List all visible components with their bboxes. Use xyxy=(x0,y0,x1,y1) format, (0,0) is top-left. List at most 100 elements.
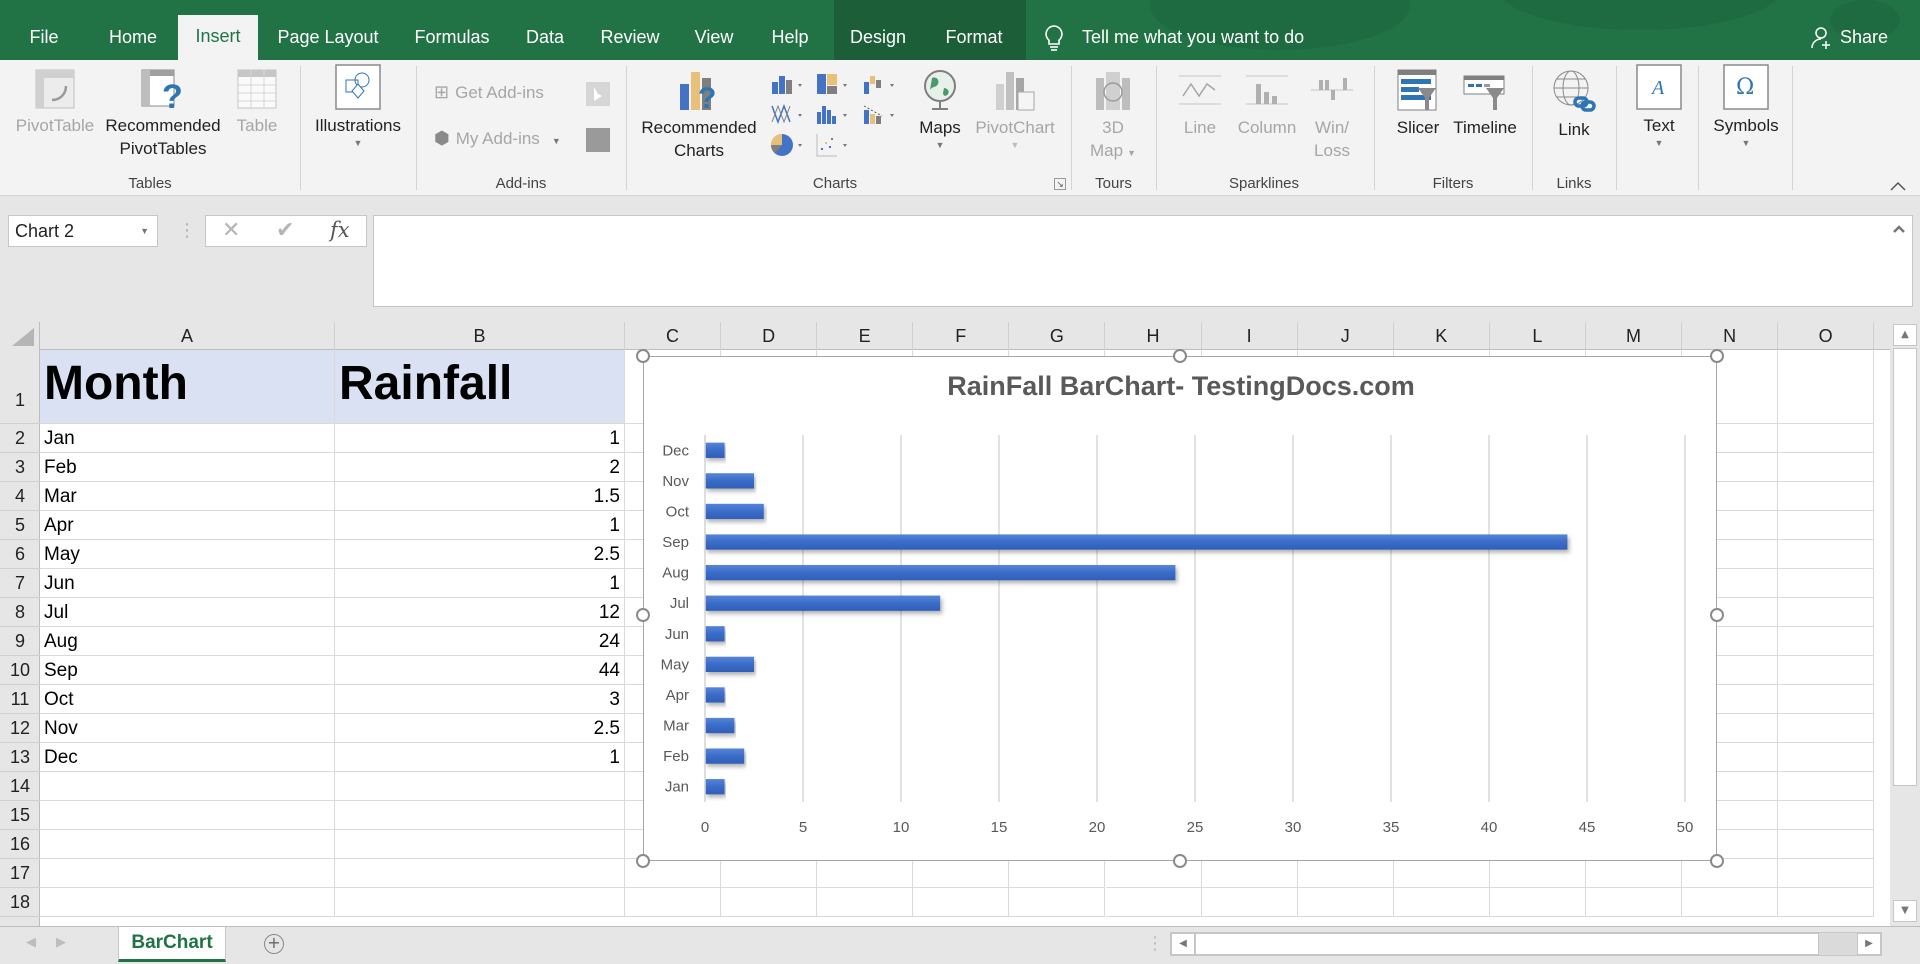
bar-jan[interactable] xyxy=(705,779,725,795)
bar-mar[interactable] xyxy=(705,717,735,734)
cell-rainfall[interactable]: 1 xyxy=(335,743,625,772)
cell[interactable] xyxy=(1489,888,1586,917)
cell[interactable] xyxy=(1201,888,1298,917)
scroll-right-button[interactable]: ▶ xyxy=(1857,933,1881,955)
cell-month[interactable]: Jun xyxy=(40,569,335,598)
cell[interactable] xyxy=(1778,743,1875,772)
row-header-7[interactable]: 7 xyxy=(0,569,40,598)
column-header-m[interactable]: M xyxy=(1586,322,1682,350)
symbols-button[interactable]: Ω Symbols ▼ xyxy=(1706,64,1786,149)
cell[interactable] xyxy=(1778,511,1875,540)
tab-design[interactable]: Design xyxy=(834,0,922,60)
cell-month[interactable]: Jul xyxy=(40,598,335,627)
new-sheet-button[interactable]: + xyxy=(264,934,284,954)
resize-handle-bottom-right[interactable] xyxy=(1710,854,1724,868)
column-header-d[interactable]: D xyxy=(721,322,818,350)
column-header-l[interactable]: L xyxy=(1490,322,1586,350)
next-sheet-icon[interactable]: ▶ xyxy=(56,935,66,950)
cell[interactable] xyxy=(1393,859,1490,888)
cell[interactable] xyxy=(1778,685,1875,714)
row-header-12[interactable]: 12 xyxy=(0,714,40,743)
bar-jun[interactable] xyxy=(705,626,725,642)
sparkline-winloss-button[interactable]: Win/ Loss xyxy=(1304,68,1360,162)
column-header-c[interactable]: C xyxy=(625,322,721,350)
bar-aug[interactable] xyxy=(705,564,1176,581)
pivottable-button[interactable]: PivotTable xyxy=(10,68,100,137)
table-button[interactable]: Table xyxy=(230,68,284,137)
horizontal-scroll-thumb[interactable] xyxy=(1195,933,1819,955)
resize-handle-bottom[interactable] xyxy=(1173,854,1187,868)
column-header-a[interactable]: A xyxy=(40,322,335,350)
tab-data[interactable]: Data xyxy=(512,20,578,60)
row-header-6[interactable]: 6 xyxy=(0,540,40,569)
scroll-left-button[interactable]: ◀ xyxy=(1171,933,1195,955)
recommended-charts-button[interactable]: ? Recommended Charts xyxy=(636,68,762,162)
cell[interactable] xyxy=(1778,859,1875,888)
cell[interactable] xyxy=(625,888,721,917)
cell[interactable] xyxy=(1778,714,1875,743)
chevron-down-icon[interactable]: ▼ xyxy=(140,216,149,246)
cell-rainfall[interactable]: 3 xyxy=(335,685,625,714)
horizontal-scrollbar[interactable]: ◀ ▶ xyxy=(1170,932,1882,956)
cell[interactable] xyxy=(1297,888,1394,917)
resize-handle-right[interactable] xyxy=(1710,608,1724,622)
cell[interactable] xyxy=(1009,888,1106,917)
bar-feb[interactable] xyxy=(705,748,745,764)
bar-oct[interactable] xyxy=(705,503,764,520)
bar-sep[interactable] xyxy=(705,534,1568,550)
3d-map-button[interactable]: 3D Map ▼ xyxy=(1078,68,1148,165)
cell[interactable] xyxy=(817,859,914,888)
cell[interactable] xyxy=(1778,830,1875,859)
row-header-14[interactable]: 14 xyxy=(0,772,40,801)
formula-bar-grip[interactable]: ⋮ xyxy=(178,220,196,242)
cell[interactable] xyxy=(1778,656,1875,685)
charts-dialog-launcher[interactable]: ↘ xyxy=(1054,178,1066,190)
resize-handle-top-left[interactable] xyxy=(636,349,650,363)
cell-rainfall[interactable]: 12 xyxy=(335,598,625,627)
cell-a1-month-header[interactable]: Month xyxy=(40,350,335,424)
cell[interactable] xyxy=(1778,350,1875,424)
scroll-up-button[interactable]: ▲ xyxy=(1893,324,1917,346)
recommended-pivottables-button[interactable]: ? Recommended PivotTables xyxy=(100,68,226,160)
cell-month[interactable]: Aug xyxy=(40,627,335,656)
cell-rainfall[interactable]: 2.5 xyxy=(335,714,625,743)
sheet-tab-barchart[interactable]: BarChart xyxy=(118,927,226,962)
cell-rainfall[interactable] xyxy=(335,801,625,830)
bar-apr[interactable] xyxy=(705,687,725,703)
cell-month[interactable]: Oct xyxy=(40,685,335,714)
row-header-4[interactable]: 4 xyxy=(0,482,40,511)
formula-input[interactable] xyxy=(373,215,1913,307)
text-button[interactable]: A Text ▼ xyxy=(1626,64,1692,149)
cell[interactable] xyxy=(1393,888,1490,917)
cell[interactable] xyxy=(1778,772,1875,801)
hierarchy-chart-button[interactable] xyxy=(815,72,855,96)
cell[interactable] xyxy=(913,859,1010,888)
cell[interactable] xyxy=(817,888,914,917)
column-header-j[interactable]: J xyxy=(1298,322,1394,350)
cell-month[interactable] xyxy=(40,772,335,801)
column-header-f[interactable]: F xyxy=(913,322,1010,350)
column-header-n[interactable]: N xyxy=(1682,322,1779,350)
collapse-formula-bar-icon[interactable] xyxy=(1892,224,1906,234)
row-header-9[interactable]: 9 xyxy=(0,627,40,656)
tab-page-layout[interactable]: Page Layout xyxy=(266,20,390,60)
people-graph-icon[interactable] xyxy=(586,128,610,152)
cell[interactable] xyxy=(1586,859,1682,888)
waterfall-chart-button[interactable] xyxy=(862,72,902,96)
combo-chart-button[interactable] xyxy=(862,102,902,126)
cell[interactable] xyxy=(913,888,1010,917)
row-header-18[interactable]: 18 xyxy=(0,888,40,917)
cell[interactable] xyxy=(1201,859,1298,888)
cell-rainfall[interactable] xyxy=(335,830,625,859)
cancel-icon[interactable]: ✕ xyxy=(222,218,240,243)
resize-handle-left[interactable] xyxy=(636,608,650,622)
cell-month[interactable]: Mar xyxy=(40,482,335,511)
cell-month[interactable]: May xyxy=(40,540,335,569)
bar-dec[interactable] xyxy=(705,442,725,458)
cell-month[interactable]: Jan xyxy=(40,424,335,453)
tab-help[interactable]: Help xyxy=(758,20,822,60)
collapse-ribbon-button[interactable] xyxy=(1888,178,1908,194)
cell-rainfall[interactable] xyxy=(335,888,625,917)
tab-review[interactable]: Review xyxy=(590,20,670,60)
cell[interactable] xyxy=(1105,888,1202,917)
